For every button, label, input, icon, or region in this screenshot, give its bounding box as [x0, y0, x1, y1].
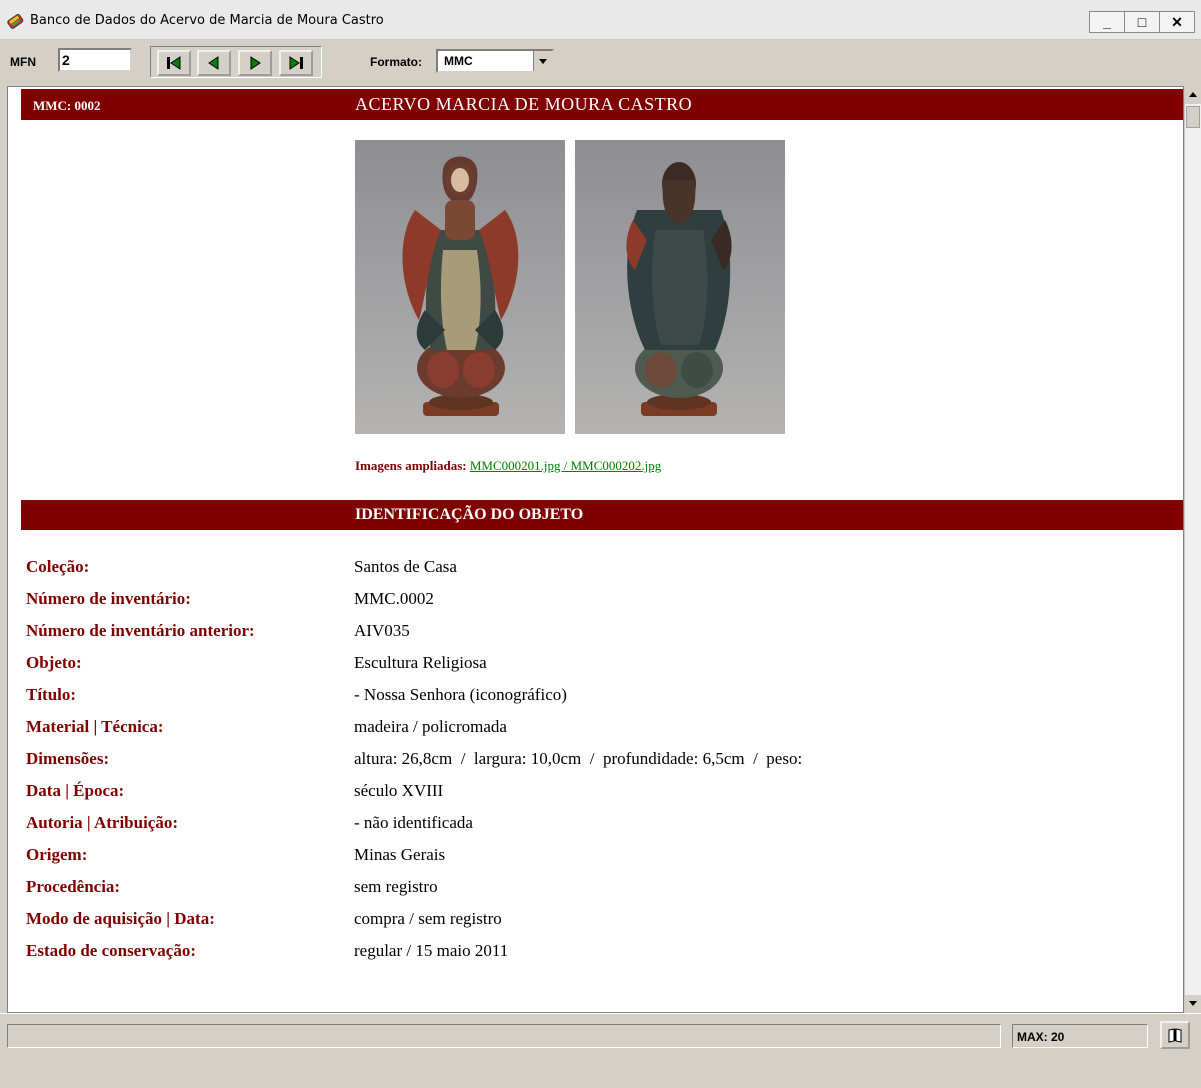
last-record-icon — [289, 56, 303, 70]
max-records-text: MAX: 20 — [1017, 1030, 1065, 1044]
field-value: MMC.0002 — [354, 589, 434, 608]
field-label: Coleção: — [26, 557, 90, 576]
field-label: Procedência: — [26, 877, 121, 896]
field-label: Material | Técnica: — [26, 717, 164, 736]
window-title: Banco de Dados do Acervo de Marcia de Mo… — [30, 13, 384, 28]
field-row: Dimensões: altura: 26,8cm / largura: 10,… — [26, 749, 1126, 781]
images-link[interactable]: MMC000201.jpg / MMC000202.jpg — [470, 458, 661, 473]
formato-label: Formato: — [370, 55, 422, 69]
field-value: altura: 26,8cm / largura: 10,0cm / profu… — [354, 749, 803, 768]
close-button[interactable]: ✕ — [1159, 11, 1195, 33]
collection-title: ACERVO MARCIA DE MOURA CASTRO — [355, 94, 693, 114]
field-row: Data | Época: século XVIII — [26, 781, 1126, 813]
field-value: - Nossa Senhora (iconográfico) — [354, 685, 567, 704]
record-id: MMC: 0002 — [33, 98, 101, 113]
object-photo-front — [355, 140, 565, 434]
field-label: Modo de aquisição | Data: — [26, 909, 215, 928]
previous-record-button[interactable] — [197, 50, 231, 76]
record-header: MMC: 0002 ACERVO MARCIA DE MOURA CASTRO — [21, 89, 1183, 120]
field-row: Objeto: Escultura Religiosa — [26, 653, 1126, 685]
field-value: regular / 15 maio 2011 — [354, 941, 509, 960]
book-icon — [1168, 1028, 1182, 1043]
field-label: Título: — [26, 685, 77, 704]
field-value: madeira / policromada — [354, 717, 507, 736]
field-value: AIV035 — [354, 621, 410, 640]
first-record-icon — [167, 56, 181, 70]
field-label: Dimensões: — [26, 749, 110, 768]
object-photo-back — [575, 140, 785, 434]
field-row: Título: - Nossa Senhora (iconográfico) — [26, 685, 1126, 717]
scroll-up-arrow-icon[interactable] — [1185, 86, 1201, 104]
field-label: Origem: — [26, 845, 88, 864]
field-value: compra / sem registro — [354, 909, 502, 928]
first-record-button[interactable] — [157, 50, 191, 76]
field-row: Número de inventário anterior: AIV035 — [26, 621, 1126, 653]
section-title: IDENTIFICAÇÃO DO OBJETO — [355, 506, 584, 523]
field-label: Número de inventário anterior: — [26, 621, 255, 640]
formato-selected-value: MMC — [444, 54, 473, 68]
book-button[interactable] — [1160, 1021, 1190, 1049]
previous-record-icon — [208, 56, 219, 70]
record-navigation — [150, 46, 322, 78]
title-bar: Banco de Dados do Acervo de Marcia de Mo… — [0, 0, 1201, 40]
field-label: Autoria | Atribuição: — [26, 813, 179, 832]
max-records-panel: MAX: 20 — [1012, 1024, 1148, 1048]
next-record-icon — [250, 56, 261, 70]
field-row: Estado de conservação: regular / 15 maio… — [26, 941, 1126, 973]
field-label: Data | Época: — [26, 781, 125, 800]
field-value: sem registro — [354, 877, 438, 896]
scroll-thumb[interactable] — [1186, 106, 1200, 128]
dropdown-arrow-icon[interactable] — [533, 51, 552, 71]
app-icon — [7, 13, 24, 29]
record-view: MMC: 0002 ACERVO MARCIA DE MOURA CASTRO — [7, 86, 1184, 1013]
field-row: Coleção: Santos de Casa — [26, 557, 1126, 589]
maximize-button[interactable]: □ — [1124, 11, 1160, 33]
field-value: - não identificada — [354, 813, 473, 832]
formato-select[interactable]: MMC — [436, 49, 554, 73]
section-header: IDENTIFICAÇÃO DO OBJETO — [21, 500, 1183, 530]
minimize-button[interactable]: _ — [1089, 11, 1125, 33]
mfn-input[interactable]: 2 — [58, 48, 132, 72]
mfn-label: MFN — [10, 55, 36, 69]
field-row: Autoria | Atribuição: - não identificada — [26, 813, 1126, 845]
field-row: Número de inventário: MMC.0002 — [26, 589, 1126, 621]
last-record-button[interactable] — [279, 50, 313, 76]
enlarged-images-line: Imagens ampliadas: MMC000201.jpg / MMC00… — [355, 458, 661, 474]
field-label: Estado de conservação: — [26, 941, 196, 960]
vertical-scrollbar[interactable] — [1184, 86, 1201, 1013]
next-record-button[interactable] — [238, 50, 272, 76]
status-bar: MAX: 20 — [0, 1013, 1201, 1088]
field-value: Escultura Religiosa — [354, 653, 487, 672]
field-label: Objeto: — [26, 653, 82, 672]
status-message-panel — [7, 1024, 1001, 1048]
field-row: Procedência: sem registro — [26, 877, 1126, 909]
field-row: Modo de aquisição | Data: compra / sem r… — [26, 909, 1126, 941]
images-label: Imagens ampliadas: — [355, 458, 467, 473]
field-label: Número de inventário: — [26, 589, 191, 608]
field-value: Minas Gerais — [354, 845, 446, 864]
scroll-down-arrow-icon[interactable] — [1185, 995, 1201, 1013]
field-row: Material | Técnica: madeira / policromad… — [26, 717, 1126, 749]
field-value: século XVIII — [354, 781, 444, 800]
field-row: Origem: Minas Gerais — [26, 845, 1126, 877]
toolbar: MFN 2 Formato: MMC — [0, 40, 1201, 86]
field-value: Santos de Casa — [354, 557, 457, 576]
